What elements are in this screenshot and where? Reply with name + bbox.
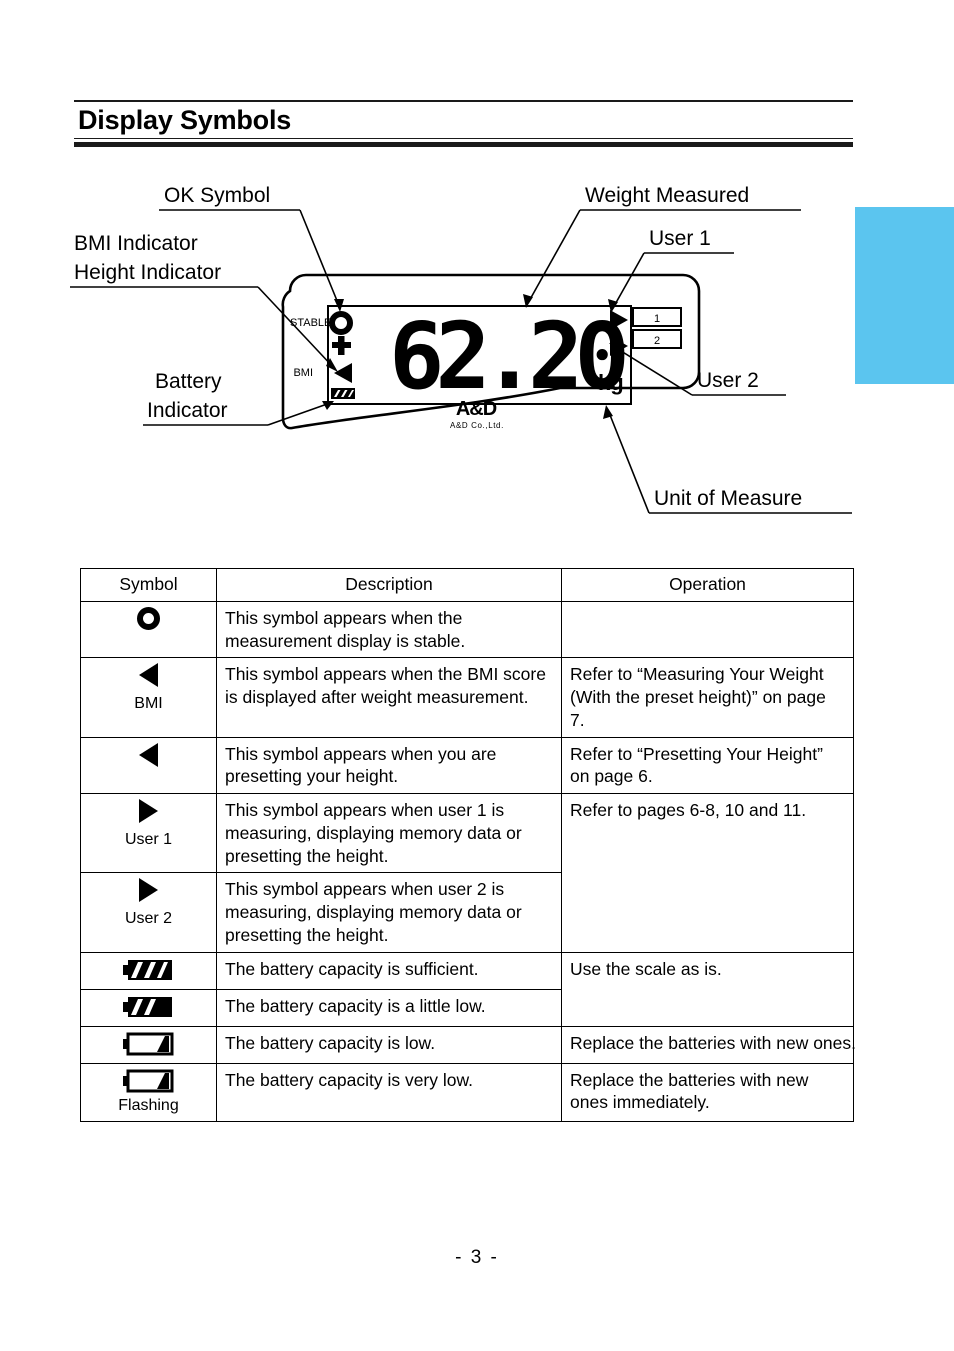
table-row: This symbol appears when the measurement… <box>80 600 854 659</box>
symbol-sublabel: BMI <box>134 695 163 712</box>
description-cell: This symbol appears when the measurement… <box>216 600 562 659</box>
symbol-cell <box>80 1025 217 1064</box>
lcd-user1-box-label: 1 <box>654 313 660 325</box>
table-row: This symbol appears when you are presett… <box>80 736 854 794</box>
description-cell: This symbol appears when user 1 is measu… <box>216 792 562 874</box>
lcd-battery-indicator-icon <box>331 388 355 399</box>
lcd-weight-value: 62.20 <box>389 303 634 410</box>
lcd-ok-symbol-icon <box>329 311 353 335</box>
symbol-cell <box>80 951 217 990</box>
callout-weight-measured: Weight Measured <box>585 184 749 207</box>
display-symbols-table: Symbol Description Operation This symbol… <box>80 568 856 1123</box>
operation-cell <box>561 600 854 659</box>
callout-bmi-indicator: BMI Indicator <box>74 232 198 255</box>
battery-very-low-icon <box>121 1069 177 1092</box>
column-header-operation: Operation <box>561 568 854 602</box>
operation-cell: Replace the batteries with new ones. <box>561 1025 856 1064</box>
symbol-cell <box>80 736 217 794</box>
display-symbols-diagram: STABLE BMI 62.20 kg 1 2 A&D A&D Co.,Ltd.… <box>0 160 954 540</box>
triangle-left-icon <box>139 742 158 767</box>
table-row: BMI This symbol appears when the BMI scor… <box>80 657 854 738</box>
triangle-right-icon <box>139 878 158 903</box>
callout-user1: User 1 <box>649 227 711 250</box>
column-header-symbol: Symbol <box>80 568 217 602</box>
table-row: User 1 This symbol appears when user 1 is… <box>80 792 854 953</box>
table-body: This symbol appears when the measurement… <box>80 600 856 1123</box>
callout-ok-symbol-leader <box>159 209 341 309</box>
operation-cell: Refer to “Measuring Your Weight (With th… <box>561 657 854 738</box>
description-cell: The battery capacity is low. <box>216 1025 562 1064</box>
svg-text:62.20: 62.20 <box>389 303 625 410</box>
symbol-cell: Flashing <box>80 1062 217 1123</box>
circle-stable-icon <box>137 606 160 630</box>
symbol-cell: User 2 <box>80 872 217 953</box>
callout-weight-measured-leader <box>527 209 801 304</box>
description-cell: The battery capacity is a little low. <box>216 988 562 1027</box>
callout-battery-indicator-line1: Battery <box>155 370 222 393</box>
table-row: Flashing The battery capacity is very low… <box>80 1062 854 1123</box>
operation-cell: Refer to pages 6-8, 10 and 11. <box>561 793 854 953</box>
callout-battery-indicator-line2: Indicator <box>147 399 228 422</box>
symbol-cell: BMI <box>80 657 217 738</box>
battery-low-icon <box>121 1032 177 1055</box>
title-rule-bottom <box>74 142 853 148</box>
callout-user1-leader <box>612 252 734 309</box>
brand-subtitle: A&D Co.,Ltd. <box>450 421 504 430</box>
operation-cell: Use the scale as is. <box>561 951 854 1027</box>
description-cell: This symbol appears when you are presett… <box>216 736 562 794</box>
battery-full-icon <box>121 959 177 980</box>
description-cell: This symbol appears when user 2 is measu… <box>216 872 562 953</box>
triangle-right-icon <box>139 799 158 823</box>
callout-ok-symbol: OK Symbol <box>164 184 270 207</box>
callout-user2: User 2 <box>697 369 759 392</box>
description-cell: The battery capacity is very low. <box>216 1062 562 1123</box>
operation-cell: Replace the batteries with new ones imme… <box>561 1062 854 1123</box>
table-header-row: Symbol Description Operation <box>80 568 854 602</box>
symbol-sublabel: User 2 <box>124 910 173 927</box>
battery-two-thirds-icon <box>121 996 177 1017</box>
symbol-sublabel: Flashing <box>118 1096 179 1114</box>
triangle-left-icon <box>139 663 158 688</box>
lcd-user2-box-label: 2 <box>654 335 660 347</box>
description-cell: This symbol appears when the BMI score i… <box>216 657 562 738</box>
symbol-cell: User 1 <box>80 792 217 874</box>
symbol-cell <box>80 600 217 659</box>
page-title: Display Symbols <box>78 105 292 135</box>
lcd-bmi-label: BMI <box>293 367 313 379</box>
callout-unit-of-measure: Unit of Measure <box>654 487 802 510</box>
table-row: The battery capacity is sufficient. Use t… <box>80 951 854 1027</box>
column-header-description: Description <box>216 568 562 602</box>
lcd-bmi-indicator-icon <box>334 363 352 383</box>
brand-logo: A&D <box>456 398 497 420</box>
operation-cell: Refer to “Presetting Your Height” on pag… <box>561 736 854 794</box>
description-cell: The battery capacity is sufficient. <box>216 951 562 990</box>
page-number: - 3 - <box>455 1247 499 1268</box>
table-row: The battery capacity is low. Replace the … <box>80 1025 856 1064</box>
symbol-sublabel: User 1 <box>124 830 173 848</box>
symbol-cell <box>80 988 217 1027</box>
lcd-height-indicator-icon <box>332 336 351 355</box>
title-rule-middle <box>74 138 853 140</box>
lcd-unit-label: kg <box>598 370 624 395</box>
page-header: Display Symbols <box>74 100 853 148</box>
callout-height-indicator: Height Indicator <box>74 261 221 284</box>
